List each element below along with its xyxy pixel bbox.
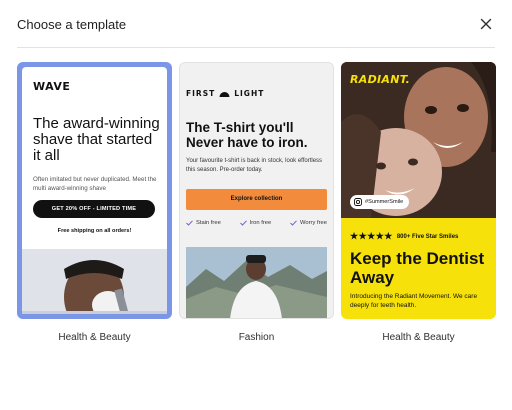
brand-logo: RADIANT. (350, 73, 411, 86)
template-category-label: Health & Beauty (58, 332, 131, 343)
brand-logo: FIRST LIGHT (186, 89, 264, 98)
close-button[interactable] (478, 16, 494, 32)
brand-logo-left: FIRST (186, 89, 216, 98)
check-icon (290, 220, 297, 226)
rating-text: 800+ Five Star Smiles (396, 233, 459, 240)
feature-item: Worry free (290, 220, 327, 226)
template-card-first-light[interactable]: FIRST LIGHT The T-shirt you'll Never hav… (179, 62, 334, 319)
sun-icon (219, 92, 230, 97)
star-rating-icon: ★★★★★ (350, 231, 393, 241)
hashtag-badge: #SummerSmile (350, 195, 410, 209)
template-category-label: Fashion (238, 332, 275, 343)
feature-label: Stain free (196, 220, 221, 226)
close-icon[interactable] (478, 16, 494, 32)
modal-title: Choose a template (17, 17, 127, 32)
preview-cta-button: GET 20% OFF - LIMITED TIME (33, 200, 155, 218)
preview-subtext: Often imitated but never duplicated. Mee… (33, 176, 157, 192)
preview-subtext: Your favourite t-shirt is back in stock,… (186, 158, 323, 173)
hashtag-text: #SummerSmile (365, 199, 404, 205)
template-card-radiant[interactable]: RADIANT. #SummerSmile ★★★★★ 800+ Five St… (341, 62, 496, 319)
check-icon (239, 220, 247, 226)
feature-label: Iron free (249, 220, 272, 226)
feature-label: Worry free (300, 220, 327, 226)
modal-header: Choose a template (0, 0, 512, 48)
preview-shipping-note: Free shipping on all orders! (57, 228, 132, 234)
header-divider (17, 47, 495, 48)
rating-row: ★★★★★ 800+ Five Star Smiles (350, 232, 458, 241)
preview-headline: The T-shirt you'll Never have to iron. (186, 120, 308, 150)
brand-logo: WAVE (33, 80, 71, 93)
feature-list: Stain free Iron free Worry free (186, 220, 327, 226)
preview-photo (22, 249, 167, 314)
brand-logo-right: LIGHT (234, 89, 265, 98)
template-preview: WAVE The award-winning shave that starte… (22, 67, 167, 314)
feature-item: Stain free (186, 220, 221, 226)
template-card-wave[interactable]: WAVE The award-winning shave that starte… (17, 62, 172, 319)
template-category-label: Health & Beauty (382, 332, 455, 343)
preview-cta-button: Explore collection (186, 189, 327, 210)
instagram-icon (354, 198, 362, 206)
preview-headline: Keep the Dentist Away (350, 249, 485, 287)
check-icon (186, 220, 193, 226)
preview-subtext: Introducing the Radiant Movement. We car… (350, 293, 478, 309)
preview-headline: The award-winning shave that started it … (33, 115, 160, 164)
feature-item: Iron free (239, 220, 272, 226)
preview-photo (186, 247, 327, 318)
